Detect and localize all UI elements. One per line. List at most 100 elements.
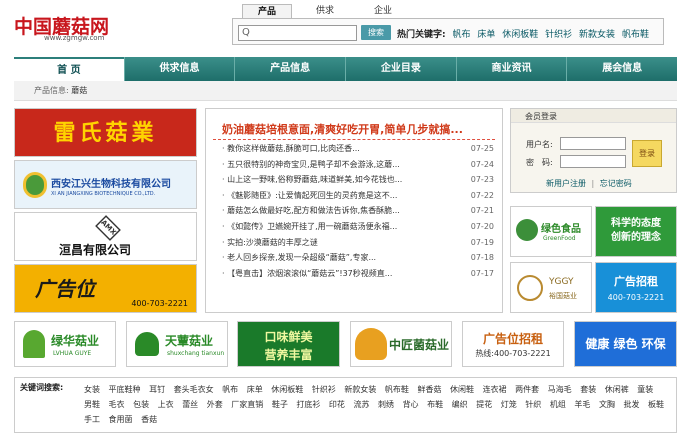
news-item-title[interactable]: · 实拍:沙漠蘑菇的丰厚之谜 bbox=[222, 235, 318, 251]
news-headline[interactable]: 奶油蘑菇培根意面,清爽好吃开胃,简单几步就搞... bbox=[222, 121, 463, 137]
keyword-link[interactable]: 休闲鞋 bbox=[450, 385, 474, 394]
keyword-link[interactable]: 两件套 bbox=[515, 385, 539, 394]
username-input[interactable] bbox=[560, 137, 626, 150]
keyword-link[interactable]: 布鞋 bbox=[427, 400, 443, 409]
keyword-link[interactable]: 提花 bbox=[476, 400, 492, 409]
ad-yuguo[interactable]: YGGY 裕国菇业 bbox=[510, 262, 592, 313]
keyword-link[interactable]: 鲜香菇 bbox=[417, 385, 441, 394]
news-item[interactable]: · 五只很特别的神奇宝贝,是鸭子却不会游泳,这蘑... 07-24 bbox=[222, 157, 494, 173]
ad-rent[interactable]: 广告招租 400-703-2221 bbox=[595, 262, 677, 313]
news-item-title[interactable]: · 山上这一野味,俗称野蘑菇,味道鲜美,如今花钱也... bbox=[222, 172, 402, 188]
keyword-link[interactable]: 蕾丝 bbox=[182, 400, 198, 409]
keyword-link[interactable]: 灯笼 bbox=[501, 400, 517, 409]
password-input[interactable] bbox=[560, 155, 626, 168]
news-item[interactable]: · 教你这样做蘑菇,酥脆可口,比肉还香... 07-25 bbox=[222, 141, 494, 157]
keyword-link[interactable]: 针织 bbox=[525, 400, 541, 409]
news-item[interactable]: · 《如懿传》卫嬿婉开挂了,用一碗蘑菇汤便永福... 07-20 bbox=[222, 219, 494, 235]
keyword-link[interactable]: 毛衣 bbox=[109, 400, 125, 409]
news-item-title[interactable]: · 五只很特别的神奇宝贝,是鸭子却不会游泳,这蘑... bbox=[222, 157, 400, 173]
keyword-link[interactable]: 外套 bbox=[207, 400, 223, 409]
nav-exhibitions[interactable]: 展会信息 bbox=[566, 57, 677, 81]
keyword-link[interactable]: 厂家直销 bbox=[231, 400, 263, 409]
keyword-link[interactable]: 背心 bbox=[403, 400, 419, 409]
hot-keyword[interactable]: 休闲板鞋 bbox=[502, 30, 538, 40]
keyword-link[interactable]: 食用菌 bbox=[109, 415, 133, 424]
news-item[interactable]: · 蘑菇怎么做最好吃,配方和做法告诉你,焦香酥脆... 07-21 bbox=[222, 203, 494, 219]
nav-products[interactable]: 产品信息 bbox=[234, 57, 345, 81]
keyword-link[interactable]: 上衣 bbox=[158, 400, 174, 409]
keyword-link[interactable]: 机组 bbox=[550, 400, 566, 409]
keyword-link[interactable]: 流苏 bbox=[353, 400, 369, 409]
forgot-password-link[interactable]: 忘记密码 bbox=[600, 179, 632, 188]
keyword-link[interactable]: 女装 bbox=[84, 385, 100, 394]
keyword-link[interactable]: 新款女装 bbox=[344, 385, 376, 394]
news-item-title[interactable]: · 《魅影随臣》:让爱情起死回生的灵药竟是这不... bbox=[222, 188, 397, 204]
keyword-link[interactable]: 马海毛 bbox=[548, 385, 572, 394]
hot-keyword[interactable]: 帆布 bbox=[452, 30, 470, 40]
nav-supply[interactable]: 供求信息 bbox=[123, 57, 235, 81]
login-button[interactable]: 登录 bbox=[632, 140, 662, 167]
news-item[interactable]: · 【粤直击】浓烟滚滚似“蘑菇云”!37秒视频直... 07-17 bbox=[222, 266, 494, 282]
tab-products[interactable]: 产品 bbox=[242, 4, 292, 19]
banner-taste[interactable]: 口味鲜美 营养丰富 bbox=[237, 321, 340, 367]
search-input[interactable]: Q bbox=[238, 25, 357, 41]
banner-lvhua[interactable]: 绿华菇业 LVHUA GUYE bbox=[14, 321, 116, 367]
keyword-link[interactable]: 休闲板鞋 bbox=[271, 385, 303, 394]
keyword-link[interactable]: 羊毛 bbox=[574, 400, 590, 409]
keyword-link[interactable]: 香菇 bbox=[141, 415, 157, 424]
keyword-link[interactable]: 印花 bbox=[329, 400, 345, 409]
tab-companies[interactable]: 企业 bbox=[358, 4, 408, 19]
banner-zhongjiang[interactable]: 中匠菌菇业 bbox=[350, 321, 452, 367]
keyword-link[interactable]: 男鞋 bbox=[84, 400, 100, 409]
keyword-link[interactable]: 耳钉 bbox=[149, 385, 165, 394]
keyword-link[interactable]: 刺绣 bbox=[378, 400, 394, 409]
search-button[interactable]: 搜索 bbox=[361, 25, 391, 40]
keyword-link[interactable]: 套装 bbox=[580, 385, 596, 394]
hot-keyword[interactable]: 新款女装 bbox=[579, 30, 615, 40]
nav-news[interactable]: 商业资讯 bbox=[455, 57, 567, 81]
ad-jiangxing[interactable]: 西安江兴生物科技有限公司 XI AN JIANGXING BIOTECHNIQU… bbox=[14, 160, 197, 209]
keyword-link[interactable]: 针织衫 bbox=[312, 385, 336, 394]
breadcrumb-prefix[interactable]: 产品信息: bbox=[34, 86, 69, 95]
keyword-link[interactable]: 平底鞋种 bbox=[109, 385, 141, 394]
banner-health[interactable]: 健康 绿色 环保 bbox=[574, 321, 677, 367]
keyword-link[interactable]: 板鞋 bbox=[648, 400, 664, 409]
keyword-link[interactable]: 包装 bbox=[133, 400, 149, 409]
news-item[interactable]: · 《魅影随臣》:让爱情起死回生的灵药竟是这不... 07-22 bbox=[222, 188, 494, 204]
news-item-title[interactable]: · 蘑菇怎么做最好吃,配方和做法告诉你,焦香酥脆... bbox=[222, 203, 400, 219]
keyword-link[interactable]: 休闲裤 bbox=[605, 385, 629, 394]
keyword-link[interactable]: 批发 bbox=[623, 400, 639, 409]
news-item-title[interactable]: · 老人回乡探亲,发现一朵超级“蘑菇”,专家... bbox=[222, 250, 376, 266]
keyword-link[interactable]: 套头毛衣女 bbox=[174, 385, 214, 394]
keyword-link[interactable]: 鞋子 bbox=[272, 400, 288, 409]
keyword-link[interactable]: 童装 bbox=[637, 385, 653, 394]
ad-leishi[interactable]: 雷氏菇業 bbox=[14, 108, 197, 157]
banner-ad-rent[interactable]: 广告位招租 热线:400-703-2221 bbox=[462, 321, 564, 367]
tab-supply[interactable]: 供求 bbox=[300, 4, 350, 19]
banner-tianxun[interactable]: 天蕈菇业 shuxchang tianxun bbox=[126, 321, 228, 367]
keyword-link[interactable]: 编织 bbox=[452, 400, 468, 409]
hot-keyword[interactable]: 针织衫 bbox=[545, 30, 572, 40]
keyword-link[interactable]: 手工 bbox=[84, 415, 100, 424]
hot-keyword[interactable]: 床单 bbox=[477, 30, 495, 40]
keyword-link[interactable]: 打底衫 bbox=[296, 400, 320, 409]
ad-slot[interactable]: 广告位 400-703-2221 bbox=[14, 264, 197, 313]
ad-science[interactable]: 科学的态度 创新的理念 bbox=[595, 206, 677, 257]
ad-greenfood[interactable]: 绿色食品 GreenFood bbox=[510, 206, 592, 257]
keyword-link[interactable]: 帆布鞋 bbox=[385, 385, 409, 394]
nav-companies[interactable]: 企业目录 bbox=[345, 57, 456, 81]
news-item-title[interactable]: · 【粤直击】浓烟滚滚似“蘑菇云”!37秒视频直... bbox=[222, 266, 392, 282]
news-item-title[interactable]: · 《如懿传》卫嬿婉开挂了,用一碗蘑菇汤便永福... bbox=[222, 219, 397, 235]
keyword-link[interactable]: 连衣裙 bbox=[483, 385, 507, 394]
keyword-link[interactable]: 床单 bbox=[247, 385, 263, 394]
news-item[interactable]: · 老人回乡探亲,发现一朵超级“蘑菇”,专家... 07-18 bbox=[222, 250, 494, 266]
register-link[interactable]: 新用户注册 bbox=[546, 179, 586, 188]
hot-keyword[interactable]: 帆布鞋 bbox=[622, 30, 649, 40]
keyword-link[interactable]: 文胸 bbox=[599, 400, 615, 409]
news-item[interactable]: · 山上这一野味,俗称野蘑菇,味道鲜美,如今花钱也... 07-23 bbox=[222, 172, 494, 188]
nav-home[interactable]: 首 页 bbox=[14, 57, 124, 81]
news-item-title[interactable]: · 教你这样做蘑菇,酥脆可口,比肉还香... bbox=[222, 141, 360, 157]
ad-huanchang[interactable]: AMX 洹昌有限公司 bbox=[14, 212, 197, 261]
news-item[interactable]: · 实拍:沙漠蘑菇的丰厚之谜 07-19 bbox=[222, 235, 494, 251]
keyword-link[interactable]: 帆布 bbox=[222, 385, 238, 394]
